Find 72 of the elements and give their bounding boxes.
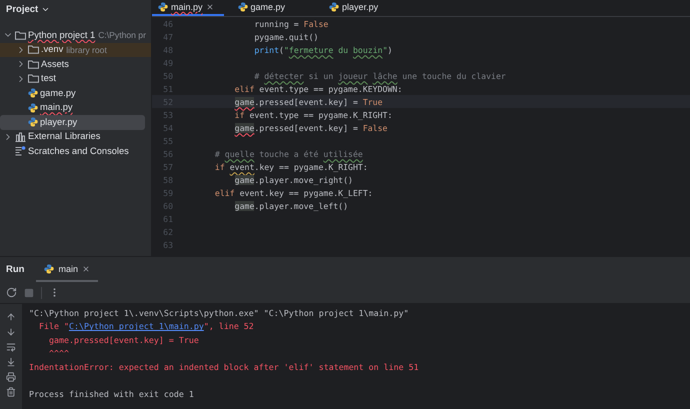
print-icon[interactable] xyxy=(6,372,16,382)
python-file-icon xyxy=(28,117,38,128)
close-icon[interactable] xyxy=(206,3,214,11)
python-file-icon xyxy=(329,2,340,12)
code-text: elif event.type == pygame.KEYDOWN: xyxy=(234,84,402,94)
code-text: if event.type == pygame.K_RIGHT: xyxy=(234,110,392,120)
soft-wrap-icon[interactable] xyxy=(6,342,16,352)
console-line: game.pressed[event.key] = True xyxy=(48,334,199,345)
code-text: game.pressed[event.key] = False xyxy=(234,122,388,132)
trash-icon[interactable] xyxy=(6,387,16,397)
tab-label: player.py xyxy=(342,2,378,12)
code-text: if event.key == pygame.K_RIGHT: xyxy=(214,162,368,172)
tree-item-label: game.py xyxy=(40,88,76,100)
tree-item-label: Assets xyxy=(41,58,69,71)
code-text: # détecter si un joueur lâche une touche du clavier xyxy=(253,70,506,80)
tree-item-label: player.py xyxy=(40,116,78,129)
folder-icon xyxy=(28,74,39,84)
tree-item[interactable]: Python project 1 C:\Python pr xyxy=(0,28,147,42)
code-text: game.player.move_left() xyxy=(234,200,348,210)
tree-item-label: Python project 1 xyxy=(28,30,96,42)
arrow-up-icon[interactable] xyxy=(6,312,16,322)
python-file-icon xyxy=(44,264,54,274)
tree-item-label: .venv xyxy=(41,44,64,56)
editor-tab[interactable]: main.py xyxy=(152,0,224,16)
file-link[interactable]: C:\Python project 1\main.py xyxy=(68,321,204,332)
code-text: running = False xyxy=(253,18,328,28)
tree-item-hint: C:\Python pr xyxy=(98,30,146,40)
code-text: game.player.move_right() xyxy=(234,174,353,184)
tree-item[interactable]: game.py xyxy=(0,86,145,100)
python-file-icon xyxy=(238,2,248,12)
run-tab-label: main xyxy=(58,264,78,274)
project-title[interactable]: Project xyxy=(0,2,151,16)
tree-item[interactable]: External Libraries xyxy=(0,130,145,144)
tree-item-hint: library root xyxy=(66,44,107,55)
scroll-to-end-icon[interactable] xyxy=(6,357,16,367)
tree-item[interactable]: test xyxy=(0,72,145,86)
code-text: pygame.quit() xyxy=(253,32,318,42)
tree-item[interactable]: main.py xyxy=(0,100,145,115)
tree-item[interactable]: Scratches and Consoles xyxy=(0,144,145,158)
run-tab[interactable]: main xyxy=(36,257,98,282)
editor-tab[interactable]: game.py xyxy=(232,0,296,16)
folder-icon xyxy=(15,30,26,40)
python-file-icon xyxy=(28,88,38,98)
python-file-icon xyxy=(158,2,168,12)
arrow-down-icon[interactable] xyxy=(6,327,16,337)
library-icon xyxy=(15,132,26,142)
tab-label: game.py xyxy=(250,2,286,12)
tree-item[interactable]: player.py xyxy=(0,115,145,130)
folder-icon xyxy=(28,45,39,54)
tab-label: main.py xyxy=(171,2,203,12)
scratches-icon xyxy=(15,146,26,156)
tree-item-label: main.py xyxy=(40,102,73,114)
tree-item-label: Scratches and Consoles xyxy=(28,146,129,158)
close-icon[interactable] xyxy=(82,264,90,272)
code-text: game.pressed[event.key] = True xyxy=(234,96,383,106)
code-text: # quelle touche a été utilisée xyxy=(214,148,363,158)
tree-item-label: test xyxy=(41,73,56,86)
code-text: print("fermeture du bouzin") xyxy=(253,44,392,54)
tree-item[interactable]: .venv library root xyxy=(0,42,151,57)
folder-icon xyxy=(28,60,39,69)
code-text: elif event.key == pygame.K_LEFT: xyxy=(214,188,373,198)
editor-tab[interactable]: player.py xyxy=(323,0,388,16)
python-file-icon xyxy=(28,102,38,113)
console-line: Process finished with exit code 1 xyxy=(29,388,194,399)
console-line: ^^^^ xyxy=(48,348,69,358)
tree-item[interactable]: Assets xyxy=(0,57,145,72)
console-line: File "C:\Python project 1\main.py", line 52 xyxy=(38,321,254,332)
rerun-icon[interactable] xyxy=(6,287,17,298)
console-line: IndentationError: expected an indented block after 'elif' statement on line 51 xyxy=(29,362,419,372)
console-line: "C:\Python project 1\.venv\Scripts\python.exe" "C:\Python project 1\main.py" xyxy=(29,308,409,318)
run-title: Run xyxy=(6,263,24,277)
tree-item-label: External Libraries xyxy=(28,131,100,144)
